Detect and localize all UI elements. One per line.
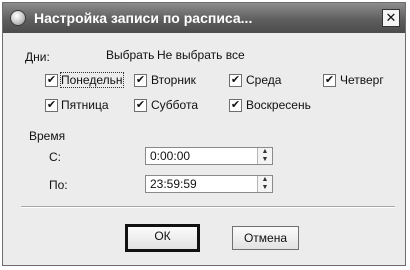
- checkbox-friday-label[interactable]: Пятница: [61, 98, 109, 112]
- checkbox-tuesday[interactable]: ✔: [134, 74, 147, 87]
- from-time-input[interactable]: 0:00:00 ▲ ▼: [145, 147, 273, 165]
- to-label: По:: [49, 178, 68, 192]
- to-time-value: 23:59:59: [150, 177, 197, 191]
- cancel-button[interactable]: Отмена: [232, 226, 299, 250]
- spin-down-icon[interactable]: ▼: [258, 156, 272, 164]
- time-label: Время: [29, 129, 66, 143]
- app-icon: [10, 10, 26, 26]
- from-time-value: 0:00:00: [150, 149, 191, 163]
- checkbox-sunday[interactable]: ✔: [229, 99, 242, 112]
- checkbox-tuesday-label[interactable]: Вторник: [151, 73, 196, 87]
- schedule-dialog: Настройка записи по расписа... ✕ Дни: Вы…: [2, 2, 406, 266]
- checkbox-thursday[interactable]: ✔: [323, 74, 336, 87]
- from-time-spinner[interactable]: ▲ ▼: [257, 148, 272, 164]
- checkbox-thursday-label[interactable]: Четверг: [340, 73, 384, 87]
- spin-up-icon[interactable]: ▲: [258, 176, 272, 184]
- dialog-title: Настройка записи по расписа...: [34, 10, 253, 26]
- checkbox-monday-label[interactable]: Понедельн: [60, 72, 124, 88]
- spin-down-icon[interactable]: ▼: [258, 184, 272, 192]
- ok-button[interactable]: ОК: [125, 224, 200, 252]
- spin-up-icon[interactable]: ▲: [258, 148, 272, 156]
- days-label: Дни:: [25, 50, 50, 64]
- to-time-spinner[interactable]: ▲ ▼: [257, 176, 272, 192]
- to-time-input[interactable]: 23:59:59 ▲ ▼: [145, 175, 273, 193]
- checkbox-friday[interactable]: ✔: [45, 99, 58, 112]
- checkbox-saturday[interactable]: ✔: [134, 99, 147, 112]
- checkbox-monday[interactable]: ✔: [45, 74, 58, 87]
- checkbox-sunday-label[interactable]: Воскресень: [246, 98, 311, 112]
- title-bar[interactable]: Настройка записи по расписа... ✕: [3, 3, 405, 33]
- close-button[interactable]: ✕: [382, 9, 400, 27]
- checkbox-saturday-label[interactable]: Суббота: [151, 98, 198, 112]
- checkbox-wednesday-label[interactable]: Среда: [246, 73, 281, 87]
- checkbox-wednesday[interactable]: ✔: [229, 74, 242, 87]
- from-label: С:: [49, 150, 61, 164]
- deselect-all-link[interactable]: Не выбрать все: [157, 48, 245, 62]
- separator: [21, 206, 395, 208]
